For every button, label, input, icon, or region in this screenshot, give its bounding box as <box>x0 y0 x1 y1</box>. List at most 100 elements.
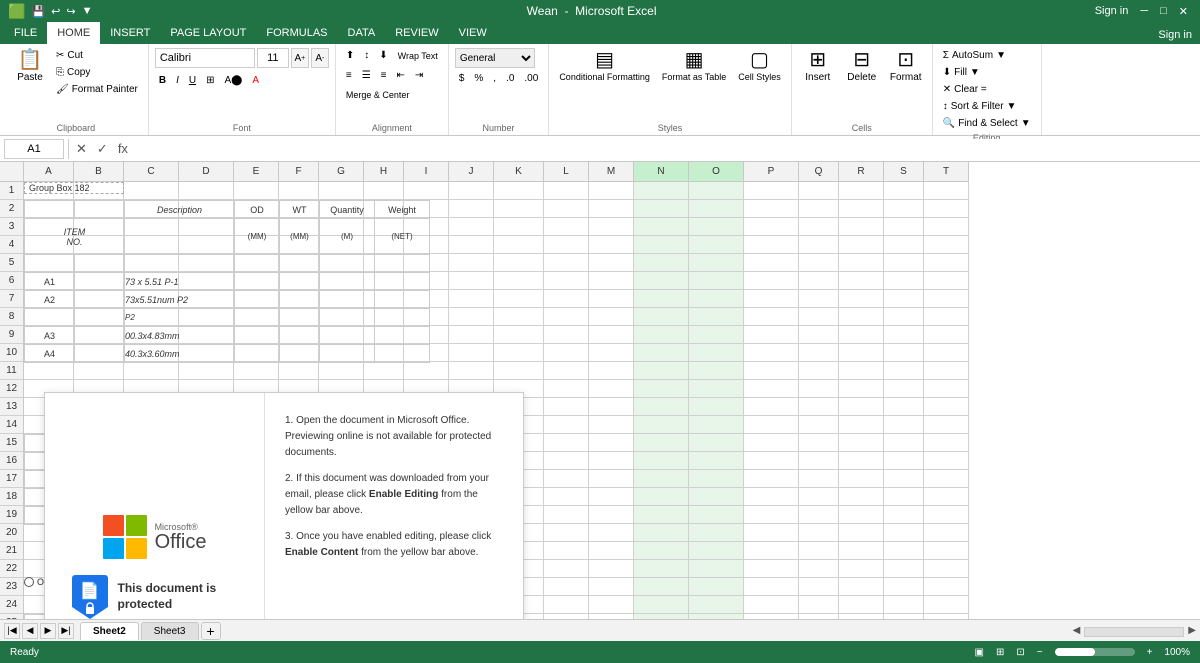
cell-m10[interactable] <box>589 344 634 361</box>
font-decrease-btn[interactable]: A- <box>311 48 329 68</box>
cell-m17[interactable] <box>589 470 634 487</box>
cell-e6[interactable] <box>234 272 279 289</box>
cell-q1[interactable] <box>799 182 839 199</box>
cell-d11[interactable] <box>179 362 234 379</box>
col-header-j[interactable]: J <box>449 162 494 182</box>
cell-g4[interactable] <box>319 236 364 253</box>
cell-d7[interactable] <box>179 290 234 307</box>
cell-e4[interactable] <box>234 236 279 253</box>
col-header-b[interactable]: B <box>74 162 124 182</box>
cell-t8[interactable] <box>924 308 969 325</box>
cell-j5[interactable] <box>449 254 494 271</box>
fill-button[interactable]: ⬇ Fill ▼ <box>939 65 984 80</box>
cell-h6[interactable] <box>364 272 404 289</box>
cell-h7[interactable] <box>364 290 404 307</box>
inc-places-button[interactable]: .00 <box>520 71 542 86</box>
cell-r6[interactable] <box>839 272 884 289</box>
cell-o13[interactable] <box>689 398 744 415</box>
col-header-r[interactable]: R <box>839 162 884 182</box>
cell-a4[interactable] <box>24 236 74 253</box>
tab-data[interactable]: DATA <box>338 22 386 44</box>
cell-d3[interactable] <box>179 218 234 235</box>
format-cell-button[interactable]: ⊡ Format <box>886 48 926 85</box>
sheet-nav-last[interactable]: ▶| <box>58 623 74 639</box>
cell-t5[interactable] <box>924 254 969 271</box>
cell-r18[interactable] <box>839 488 884 505</box>
cell-l18[interactable] <box>544 488 589 505</box>
cell-s17[interactable] <box>884 470 924 487</box>
cell-q22[interactable] <box>799 560 839 577</box>
cancel-formula-icon[interactable]: ✕ <box>73 141 90 157</box>
cell-i9[interactable] <box>404 326 449 343</box>
zoom-slider[interactable] <box>1055 648 1135 656</box>
cell-p21[interactable] <box>744 542 799 559</box>
cell-p13[interactable] <box>744 398 799 415</box>
zoom-in-btn[interactable]: + <box>1147 647 1153 658</box>
cell-r17[interactable] <box>839 470 884 487</box>
col-header-q[interactable]: Q <box>799 162 839 182</box>
cell-d10[interactable] <box>179 344 234 361</box>
sheet-nav-next[interactable]: ▶ <box>40 623 56 639</box>
cell-r22[interactable] <box>839 560 884 577</box>
conditional-formatting-button[interactable]: ▤ Conditional Formatting <box>555 48 654 84</box>
cell-j2[interactable] <box>449 200 494 217</box>
sheet-tab-sheet3[interactable]: Sheet3 <box>141 622 199 640</box>
cell-l10[interactable] <box>544 344 589 361</box>
quick-access-save[interactable]: 💾 <box>31 5 45 18</box>
cell-l21[interactable] <box>544 542 589 559</box>
cell-i6[interactable] <box>404 272 449 289</box>
cell-j4[interactable] <box>449 236 494 253</box>
cell-s9[interactable] <box>884 326 924 343</box>
cell-s2[interactable] <box>884 200 924 217</box>
cell-t23[interactable] <box>924 578 969 595</box>
percent-button[interactable]: % <box>470 71 487 86</box>
cell-o10[interactable] <box>689 344 744 361</box>
cell-o4[interactable] <box>689 236 744 253</box>
cell-n7[interactable] <box>634 290 689 307</box>
cell-c3[interactable] <box>124 218 179 235</box>
cell-t19[interactable] <box>924 506 969 523</box>
cell-m1[interactable] <box>589 182 634 199</box>
cell-q16[interactable] <box>799 452 839 469</box>
cell-t13[interactable] <box>924 398 969 415</box>
cell-s13[interactable] <box>884 398 924 415</box>
cell-l2[interactable] <box>544 200 589 217</box>
cell-h4[interactable] <box>364 236 404 253</box>
cell-l14[interactable] <box>544 416 589 433</box>
cell-g11[interactable] <box>319 362 364 379</box>
cell-t14[interactable] <box>924 416 969 433</box>
cell-o8[interactable] <box>689 308 744 325</box>
cell-q21[interactable] <box>799 542 839 559</box>
cell-e3[interactable] <box>234 218 279 235</box>
cell-o7[interactable] <box>689 290 744 307</box>
cell-g2[interactable] <box>319 200 364 217</box>
cell-p7[interactable] <box>744 290 799 307</box>
cell-l16[interactable] <box>544 452 589 469</box>
delete-cell-button[interactable]: ⊟ Delete <box>842 48 882 85</box>
cell-f7[interactable] <box>279 290 319 307</box>
cell-c9[interactable] <box>124 326 179 343</box>
formula-input[interactable] <box>135 139 1196 159</box>
cell-l9[interactable] <box>544 326 589 343</box>
cell-b6[interactable] <box>74 272 124 289</box>
cell-s15[interactable] <box>884 434 924 451</box>
cell-n16[interactable] <box>634 452 689 469</box>
cell-s20[interactable] <box>884 524 924 541</box>
cell-q11[interactable] <box>799 362 839 379</box>
font-size-input[interactable] <box>257 48 289 68</box>
cell-b11[interactable] <box>74 362 124 379</box>
cell-o16[interactable] <box>689 452 744 469</box>
cell-r12[interactable] <box>839 380 884 397</box>
cell-n9[interactable] <box>634 326 689 343</box>
format-painter-button[interactable]: 🖌 Format Painter <box>52 82 142 97</box>
cell-r20[interactable] <box>839 524 884 541</box>
cell-s8[interactable] <box>884 308 924 325</box>
cell-s14[interactable] <box>884 416 924 433</box>
cell-s23[interactable] <box>884 578 924 595</box>
cell-p12[interactable] <box>744 380 799 397</box>
cell-c1[interactable] <box>124 182 179 199</box>
cell-p25[interactable] <box>744 614 799 619</box>
status-page-layout[interactable]: ⊞ <box>996 647 1004 658</box>
cell-p2[interactable] <box>744 200 799 217</box>
cell-b10[interactable] <box>74 344 124 361</box>
